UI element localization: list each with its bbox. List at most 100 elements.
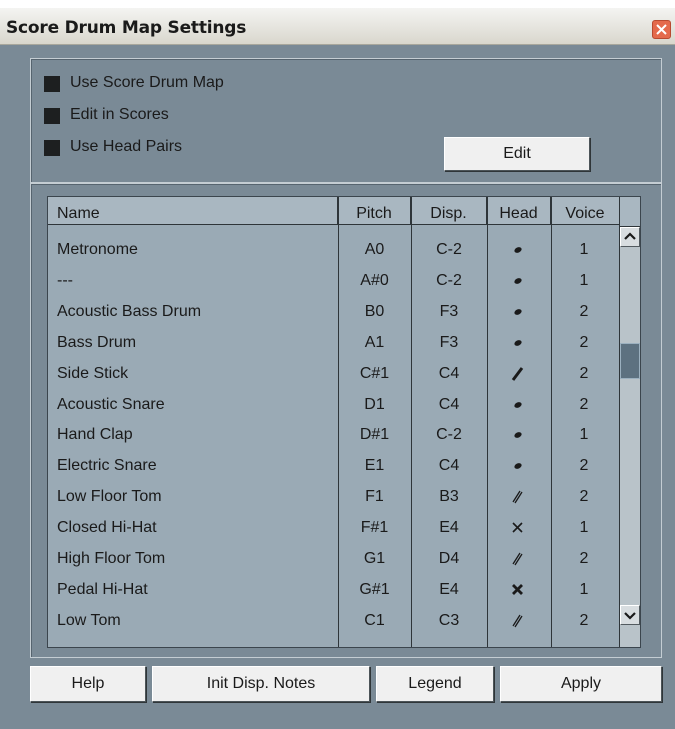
column-divider xyxy=(551,197,552,647)
cell-pitch: D1 xyxy=(364,395,385,413)
cell-name: --- xyxy=(57,227,73,235)
open-slash-note-head-icon xyxy=(487,606,551,636)
table-row[interactable]: Hand Clap D#1 C-2 1 xyxy=(48,420,620,450)
column-divider xyxy=(338,197,339,647)
cell-name: Low Tom xyxy=(57,611,121,629)
cell-name: Acoustic Snare xyxy=(57,395,165,413)
filled-note-head-icon xyxy=(487,390,551,420)
cell-pitch: A#0 xyxy=(360,271,389,289)
cell-voice: 2 xyxy=(579,302,589,320)
close-icon xyxy=(656,24,667,35)
column-header-disp[interactable]: Disp. xyxy=(411,197,487,225)
cell-voice: 1 xyxy=(579,519,589,537)
table-row[interactable]: Metronome A0 C-2 1 xyxy=(48,235,620,265)
filled-note-head-icon xyxy=(487,266,551,296)
column-header-voice[interactable]: Voice xyxy=(551,197,620,225)
cell-name: Acoustic Bass Drum xyxy=(57,302,202,320)
option-label: Use Score Drum Map xyxy=(70,74,224,91)
filled-note-head-icon xyxy=(487,297,551,327)
column-header-name[interactable]: Name xyxy=(48,197,338,225)
edit-in-scores-checkbox[interactable] xyxy=(44,108,60,124)
cell-disp: C-2 xyxy=(411,227,487,235)
vertical-scrollbar[interactable] xyxy=(620,227,640,647)
cell-voice: 1 xyxy=(551,227,617,235)
column-divider xyxy=(487,197,488,647)
cell-disp: C-2 xyxy=(436,271,462,289)
cell-voice: 2 xyxy=(579,333,589,351)
column-header-head[interactable]: Head xyxy=(487,197,551,225)
cell-pitch: G1 xyxy=(363,550,386,567)
chevron-down-icon xyxy=(624,612,636,620)
cell-pitch: E1 xyxy=(364,457,385,475)
filled-note-head-icon xyxy=(487,235,551,265)
cell-voice: 2 xyxy=(579,488,589,506)
cell-pitch: A1 xyxy=(364,333,385,351)
cell-voice: 2 xyxy=(579,364,589,382)
help-button[interactable]: Help xyxy=(30,666,146,702)
cell-voice: 1 xyxy=(579,241,589,258)
title-bar[interactable]: Score Drum Map Settings xyxy=(0,8,675,45)
init-disp-notes-button[interactable]: Init Disp. Notes xyxy=(152,666,370,702)
cell-disp: C-2 xyxy=(436,426,462,444)
table-row[interactable]: Acoustic Snare D1 C4 2 xyxy=(48,390,620,420)
cell-pitch: G#1 xyxy=(359,580,390,598)
cell-name: High Floor Tom xyxy=(57,550,166,567)
option-label: Use Head Pairs xyxy=(70,138,183,155)
cell-voice: 2 xyxy=(579,395,589,413)
scroll-up-button[interactable] xyxy=(620,227,640,247)
cell-pitch: F1 xyxy=(365,488,384,506)
apply-button[interactable]: Apply xyxy=(500,666,662,702)
cell-voice: 1 xyxy=(579,271,589,289)
table-row[interactable]: Low Tom C1 C3 2 xyxy=(48,606,620,636)
cell-voice: 1 xyxy=(579,426,589,444)
option-label: Edit in Scores xyxy=(70,106,169,123)
cell-voice: 2 xyxy=(579,457,589,475)
cell-disp: E4 xyxy=(439,519,459,537)
filled-note-head-icon xyxy=(487,328,551,358)
cross-note-head-icon xyxy=(487,513,551,543)
cell-disp: C4 xyxy=(438,395,460,413)
open-slash-note-head-icon xyxy=(487,544,551,574)
table-row[interactable]: Bass Drum A1 F3 2 xyxy=(48,328,620,358)
cell-name: Low Floor Tom xyxy=(57,488,162,506)
use-score-drum-map-checkbox[interactable] xyxy=(44,76,60,92)
column-header-pitch[interactable]: Pitch xyxy=(338,197,411,225)
cell-disp: E4 xyxy=(439,580,459,598)
cell-pitch: C1 xyxy=(364,611,385,629)
table-row[interactable]: Acoustic Bass Drum B0 F3 2 xyxy=(48,297,620,327)
cell-disp: F3 xyxy=(439,302,459,320)
table-row[interactable]: --- A#0 C-2 1 xyxy=(48,266,620,296)
cell-voice: 2 xyxy=(579,550,589,567)
cell-disp: C3 xyxy=(438,611,460,629)
cell-disp: F3 xyxy=(439,333,459,351)
table-row[interactable]: Closed Hi-Hat F#1 E4 1 xyxy=(48,513,620,543)
cell-pitch: F#1 xyxy=(360,519,389,537)
table-row[interactable]: --- G#0 C-2 1 xyxy=(48,227,620,235)
table-row[interactable]: Pedal Hi-Hat G#1 E4 1 xyxy=(48,575,620,605)
table-header: Name Pitch Disp. Head Voice xyxy=(48,197,620,227)
cell-disp: C-2 xyxy=(436,241,462,258)
edit-button[interactable]: Edit xyxy=(444,137,590,171)
drum-map-table: Name Pitch Disp. Head Voice --- G#0 C-2 … xyxy=(47,196,641,648)
table-row[interactable]: Electric Snare E1 C4 2 xyxy=(48,451,620,481)
cell-disp: C4 xyxy=(438,364,460,382)
scroll-thumb[interactable] xyxy=(620,343,640,379)
scroll-down-button[interactable] xyxy=(620,605,640,625)
table-row[interactable]: Side Stick C#1 C4 2 xyxy=(48,359,620,389)
table-row[interactable]: Low Floor Tom F1 B3 2 xyxy=(48,482,620,512)
cell-name: Hand Clap xyxy=(57,426,133,444)
cell-name: Metronome xyxy=(57,241,138,258)
column-divider xyxy=(411,197,412,647)
legend-button[interactable]: Legend xyxy=(376,666,494,702)
use-head-pairs-checkbox[interactable] xyxy=(44,140,60,156)
open-slash-note-head-icon xyxy=(487,482,551,512)
cell-pitch: B0 xyxy=(364,302,385,320)
filled-note-head-icon xyxy=(487,420,551,450)
filled-note-head-icon xyxy=(487,451,551,481)
table-row[interactable]: High Floor Tom G1 D4 2 xyxy=(48,544,620,574)
cell-voice: 2 xyxy=(579,611,589,629)
score-drum-map-window: Score Drum Map Settings Use Score Drum M… xyxy=(0,8,675,729)
cell-name: --- xyxy=(57,271,73,289)
cell-name: Side Stick xyxy=(57,364,129,382)
close-button[interactable] xyxy=(652,20,671,39)
